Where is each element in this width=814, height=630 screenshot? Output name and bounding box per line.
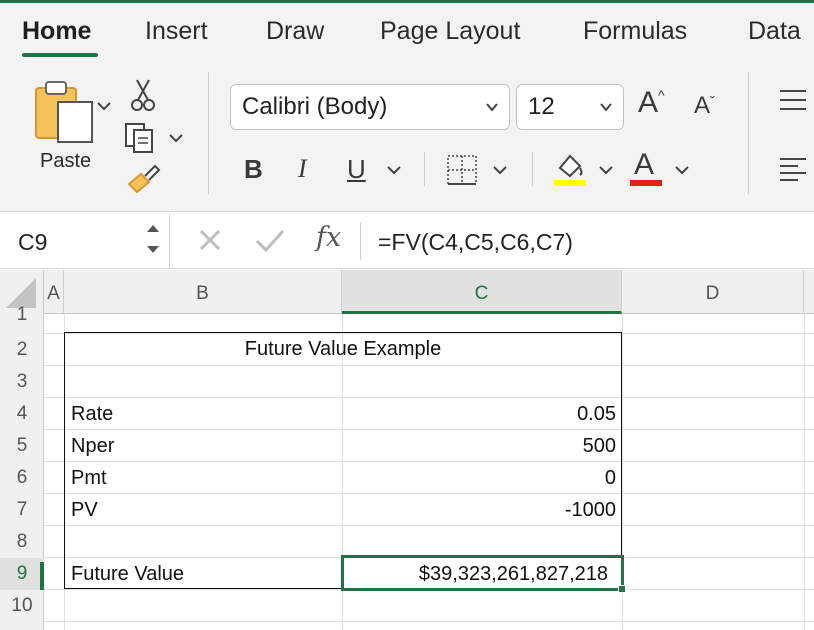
gridline [44, 365, 814, 366]
cell-b4-label[interactable]: Rate [71, 403, 113, 426]
gridline [804, 314, 805, 630]
gridline [44, 461, 814, 462]
cell-b2-title[interactable]: Future Value Example [64, 338, 622, 361]
name-box-stepper-icon[interactable] [144, 220, 162, 260]
cancel-formula-icon[interactable] [196, 226, 224, 254]
cut-icon[interactable] [128, 78, 158, 112]
row-header-10[interactable]: 10 [0, 590, 44, 622]
font-color-dropdown-chevron-icon[interactable] [674, 164, 690, 176]
tab-draw[interactable]: Draw [266, 17, 324, 46]
font-size-dropdown[interactable]: 12 [516, 84, 624, 130]
paste-dropdown-chevron-icon[interactable] [96, 100, 112, 112]
align-left-icon[interactable] [778, 156, 808, 182]
cell-c6-value[interactable]: 0 [342, 467, 616, 490]
tab-data[interactable]: Data [748, 17, 801, 46]
column-header-c[interactable]: C [342, 270, 622, 314]
caret-up-icon: ^ [658, 87, 665, 103]
cell-c4-value[interactable]: 0.05 [342, 403, 616, 426]
gridline [44, 621, 814, 622]
cell-b7-label[interactable]: PV [71, 499, 98, 522]
gridline [44, 525, 814, 526]
ribbon-separator [424, 152, 425, 186]
fill-handle[interactable] [618, 585, 626, 593]
gridline [44, 333, 814, 334]
row-header-4[interactable]: 4 [0, 398, 44, 430]
italic-button[interactable]: I [298, 156, 307, 182]
cell-b9-label[interactable]: Future Value [71, 563, 184, 586]
ribbon-separator [208, 72, 209, 194]
cell-b5-label[interactable]: Nper [71, 435, 114, 458]
chevron-down-icon [600, 103, 612, 112]
row-header-9[interactable]: 9 [0, 558, 44, 590]
row-header-3[interactable]: 3 [0, 366, 44, 398]
active-row-indicator [40, 562, 44, 590]
gridline [44, 429, 814, 430]
font-name-dropdown[interactable]: Calibri (Body) [230, 84, 510, 130]
bold-button[interactable]: B [244, 156, 263, 182]
gridline [44, 397, 814, 398]
increase-font-size-button[interactable]: A^ [638, 88, 665, 118]
borders-icon[interactable] [446, 154, 478, 186]
formula-input[interactable]: =FV(C4,C5,C6,C7) [378, 229, 573, 256]
gridline [64, 314, 65, 630]
copy-icon[interactable] [124, 120, 160, 154]
tab-page-layout[interactable]: Page Layout [380, 17, 520, 46]
paste-icon[interactable] [30, 78, 100, 150]
ribbon-separator [748, 72, 749, 194]
ribbon-separator [532, 152, 533, 186]
align-top-icon[interactable] [778, 88, 808, 112]
borders-dropdown-chevron-icon[interactable] [492, 164, 508, 176]
row-header-5[interactable]: 5 [0, 430, 44, 462]
insert-function-icon[interactable]: fx [316, 222, 341, 253]
caret-down-icon: ˇ [710, 93, 715, 109]
font-name-value: Calibri (Body) [242, 93, 388, 120]
row-header-2[interactable]: 2 [0, 334, 44, 366]
name-box-value: C9 [18, 229, 48, 255]
tab-home[interactable]: Home [22, 17, 91, 46]
row-header-1[interactable]: 1 [0, 306, 44, 324]
cell-c7-value[interactable]: -1000 [342, 499, 616, 522]
gridline [44, 493, 814, 494]
font-color-swatch [630, 180, 662, 186]
decrease-font-size-label: A [694, 92, 711, 119]
fill-color-dropdown-chevron-icon[interactable] [598, 164, 614, 176]
row-header-6[interactable]: 6 [0, 462, 44, 494]
formula-bar-separator [360, 222, 361, 260]
underline-dropdown-chevron-icon[interactable] [386, 164, 402, 176]
copy-dropdown-chevron-icon[interactable] [168, 132, 184, 144]
increase-font-size-label: A [638, 86, 659, 119]
font-color-button[interactable]: A [634, 150, 654, 180]
column-header-a[interactable]: A [44, 270, 64, 314]
cell-c5-value[interactable]: 500 [342, 435, 616, 458]
paste-label: Paste [40, 150, 92, 172]
column-header-b[interactable]: B [64, 270, 342, 314]
fill-color-icon[interactable] [552, 150, 588, 188]
row-header-8[interactable]: 8 [0, 526, 44, 558]
enter-formula-icon[interactable] [254, 226, 286, 254]
selected-cell-outline [341, 555, 624, 591]
underline-button[interactable]: U [347, 156, 366, 182]
tab-insert[interactable]: Insert [145, 17, 208, 46]
chevron-down-icon [486, 103, 498, 112]
decrease-font-size-button[interactable]: Aˇ [694, 94, 715, 118]
column-header-d[interactable]: D [622, 270, 804, 314]
active-tab-indicator [22, 53, 98, 57]
font-size-value: 12 [528, 93, 555, 120]
cell-b6-label[interactable]: Pmt [71, 467, 107, 490]
tab-formulas[interactable]: Formulas [583, 17, 687, 46]
format-painter-icon[interactable] [125, 164, 161, 196]
row-header-7[interactable]: 7 [0, 494, 44, 526]
